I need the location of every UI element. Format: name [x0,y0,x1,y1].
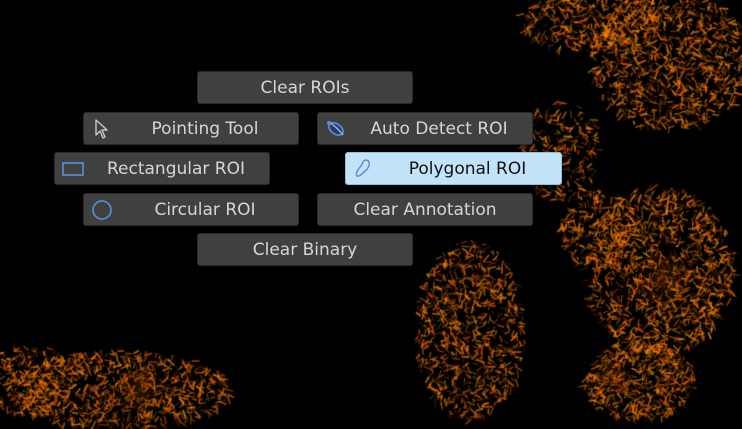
clear-rois-button[interactable]: Clear ROIs [197,71,413,104]
circle-icon [90,199,114,221]
pointing-tool-button[interactable]: Pointing Tool [83,112,299,145]
rectangle-icon [61,158,85,180]
circular-roi-button[interactable]: Circular ROI [83,193,299,226]
auto-detect-roi-button[interactable]: Auto Detect ROI [317,112,533,145]
polygonal-roi-label: Polygonal ROI [408,158,527,179]
clear-annotation-button[interactable]: Clear Annotation [317,193,533,226]
cursor-arrow-icon [90,118,114,140]
clear-binary-button[interactable]: Clear Binary [197,233,413,266]
clear-binary-label: Clear Binary [252,239,358,260]
auto-detect-roi-label: Auto Detect ROI [370,118,508,139]
rectangular-roi-button[interactable]: Rectangular ROI [54,152,270,185]
polygonal-roi-button[interactable]: Polygonal ROI [345,152,562,185]
auto-detect-lasso-icon [324,118,348,140]
rectangular-roi-label: Rectangular ROI [106,158,246,179]
polygon-lasso-icon [352,158,376,180]
pointing-tool-label: Pointing Tool [151,118,259,139]
circular-roi-label: Circular ROI [154,199,256,220]
clear-annotation-label: Clear Annotation [353,199,497,220]
clear-rois-label: Clear ROIs [260,77,350,98]
